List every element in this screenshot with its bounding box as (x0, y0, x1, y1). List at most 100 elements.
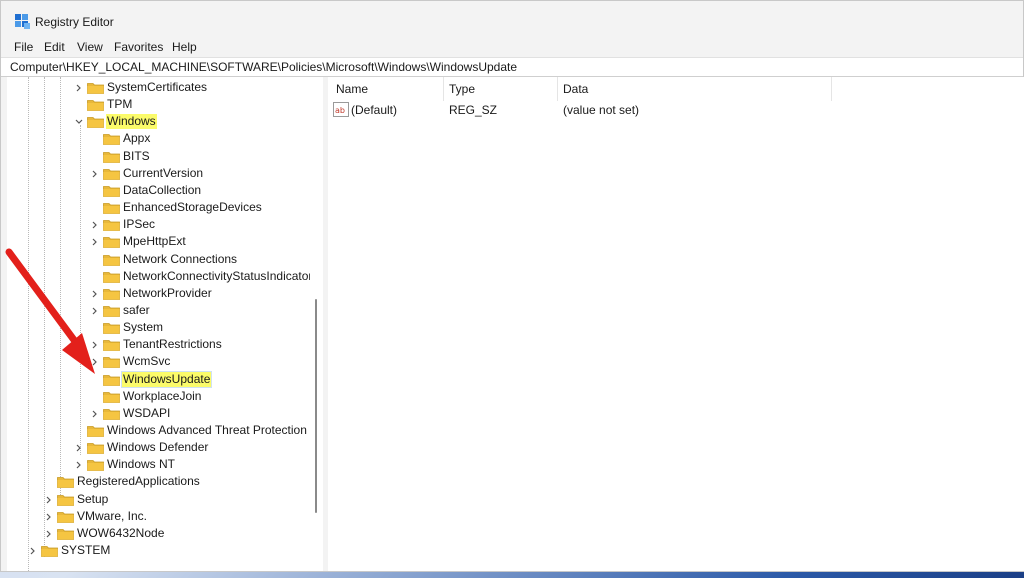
folder-icon (103, 391, 120, 403)
column-header-data[interactable]: Data (563, 82, 588, 96)
chevron-right-icon[interactable] (90, 169, 100, 179)
value-name: (Default) (351, 103, 398, 117)
registry-key-tree[interactable]: SystemCertificates TPM Windows Appx BITS Curr… (7, 77, 324, 571)
folder-icon (57, 477, 74, 489)
window-title: Registry Editor (35, 15, 114, 29)
column-divider[interactable] (831, 77, 832, 101)
tree-item-label: WindowsUpdate (120, 370, 213, 388)
column-header-name[interactable]: Name (336, 82, 368, 96)
tree-item[interactable]: EnhancedStorageDevices (7, 199, 307, 216)
chevron-right-icon[interactable] (90, 237, 100, 247)
address-bar[interactable]: Computer\HKEY_LOCAL_MACHINE\SOFTWARE\Pol… (1, 57, 1023, 77)
chevron-right-icon[interactable] (90, 220, 100, 230)
tree-item[interactable]: IPSec (7, 216, 307, 233)
tree-item-label: BITS (123, 148, 150, 163)
chevron-right-icon[interactable] (74, 460, 84, 470)
tree-item-label: MpeHttpExt (123, 234, 186, 249)
folder-icon (103, 408, 120, 420)
tree-item[interactable]: DataCollection (7, 182, 307, 199)
tree-item[interactable]: MpeHttpExt (7, 233, 307, 250)
folder-icon (87, 460, 104, 472)
folder-icon (103, 151, 120, 163)
folder-icon (103, 357, 120, 369)
value-data: (value not set) (563, 103, 640, 117)
tree-item[interactable]: VMware, Inc. (7, 508, 307, 525)
chevron-right-icon[interactable] (44, 495, 54, 505)
folder-icon (103, 168, 120, 180)
tree-item[interactable]: Network Connections (7, 251, 307, 268)
menu-bar: File Edit View Favorites Help (1, 37, 1023, 57)
chevron-right-icon[interactable] (44, 529, 54, 539)
menu-file[interactable]: File (14, 40, 33, 54)
registry-editor-icon (15, 14, 30, 29)
chevron-right-icon[interactable] (90, 409, 100, 419)
tree-item-label: Setup (77, 491, 109, 506)
chevron-right-icon[interactable] (74, 83, 84, 93)
tree-item[interactable]: WcmSvc (7, 353, 307, 370)
tree-item[interactable]: TPM (7, 96, 307, 113)
folder-icon (103, 134, 120, 146)
chevron-right-icon[interactable] (90, 289, 100, 299)
tree-item[interactable]: WorkplaceJoin (7, 388, 307, 405)
folder-icon (103, 340, 120, 352)
chevron-right-icon[interactable] (28, 546, 38, 556)
menu-favorites[interactable]: Favorites (114, 40, 163, 54)
tree-item[interactable]: WindowsUpdate (7, 370, 307, 388)
tree-item[interactable]: TenantRestrictions (7, 336, 307, 353)
tree-item-label: WOW6432Node (77, 525, 165, 540)
chevron-right-icon[interactable] (74, 443, 84, 453)
values-list[interactable]: Name Type Data ab (Default) REG_SZ (valu… (328, 77, 1024, 571)
tree-item[interactable]: WOW6432Node (7, 525, 307, 542)
tree-item-label: TPM (107, 97, 133, 112)
tree-item[interactable]: System (7, 319, 307, 336)
menu-view[interactable]: View (77, 40, 103, 54)
folder-icon (87, 426, 104, 437)
tree-item-label: Windows Advanced Threat Protection (107, 423, 307, 437)
tree-item[interactable]: BITS (7, 148, 307, 165)
tree-item[interactable]: Appx (7, 130, 307, 147)
tree-item-label: WorkplaceJoin (123, 388, 202, 403)
tree-item[interactable]: Windows Advanced Threat Protection (7, 422, 307, 439)
tree-item[interactable]: SystemCertificates (7, 79, 307, 96)
title-bar[interactable]: Registry Editor (1, 1, 1023, 37)
column-divider[interactable] (443, 77, 444, 101)
tree-item[interactable]: RegisteredApplications (7, 473, 307, 490)
folder-icon (57, 511, 74, 523)
folder-icon (103, 374, 120, 386)
registry-editor-window: Registry Editor File Edit View Favorites… (0, 0, 1024, 572)
tree-item[interactable]: CurrentVersion (7, 165, 307, 182)
tree-item-label: NetworkConnectivityStatusIndicator (123, 268, 313, 283)
tree-item[interactable]: Windows NT (7, 456, 307, 473)
tree-item-label: WSDAPI (123, 405, 171, 420)
folder-icon (103, 220, 120, 232)
menu-help[interactable]: Help (172, 40, 197, 54)
tree-item[interactable]: SYSTEM (7, 542, 307, 559)
folder-icon (103, 288, 120, 300)
menu-edit[interactable]: Edit (44, 40, 65, 54)
chevron-right-icon[interactable] (90, 306, 100, 316)
tree-item[interactable]: Windows Defender (7, 439, 307, 456)
chevron-right-icon[interactable] (90, 357, 100, 367)
chevron-right-icon[interactable] (44, 512, 54, 522)
column-header-type[interactable]: Type (449, 82, 475, 96)
tree-item[interactable]: WSDAPI (7, 405, 307, 422)
folder-icon (103, 185, 120, 197)
tree-item[interactable]: Setup (7, 491, 307, 508)
chevron-down-icon[interactable] (74, 117, 84, 127)
tree-item[interactable]: safer (7, 302, 307, 319)
tree-item[interactable]: NetworkProvider (7, 285, 307, 302)
tree-item[interactable]: Windows (7, 113, 307, 130)
folder-icon (57, 494, 74, 506)
folder-icon (103, 323, 120, 334)
string-value-icon: ab (333, 102, 349, 117)
folder-icon (87, 443, 104, 455)
column-divider[interactable] (557, 77, 558, 101)
address-path[interactable]: Computer\HKEY_LOCAL_MACHINE\SOFTWARE\Pol… (10, 60, 517, 74)
tree-item-label: System (123, 320, 164, 335)
tree-scrollbar-thumb[interactable] (315, 299, 317, 513)
tree-item-label: Windows NT (107, 457, 176, 472)
folder-icon (87, 83, 104, 94)
tree-item[interactable]: NetworkConnectivityStatusIndicator (7, 268, 312, 285)
chevron-right-icon[interactable] (90, 340, 100, 350)
tree-item-label: EnhancedStorageDevices (123, 200, 262, 215)
